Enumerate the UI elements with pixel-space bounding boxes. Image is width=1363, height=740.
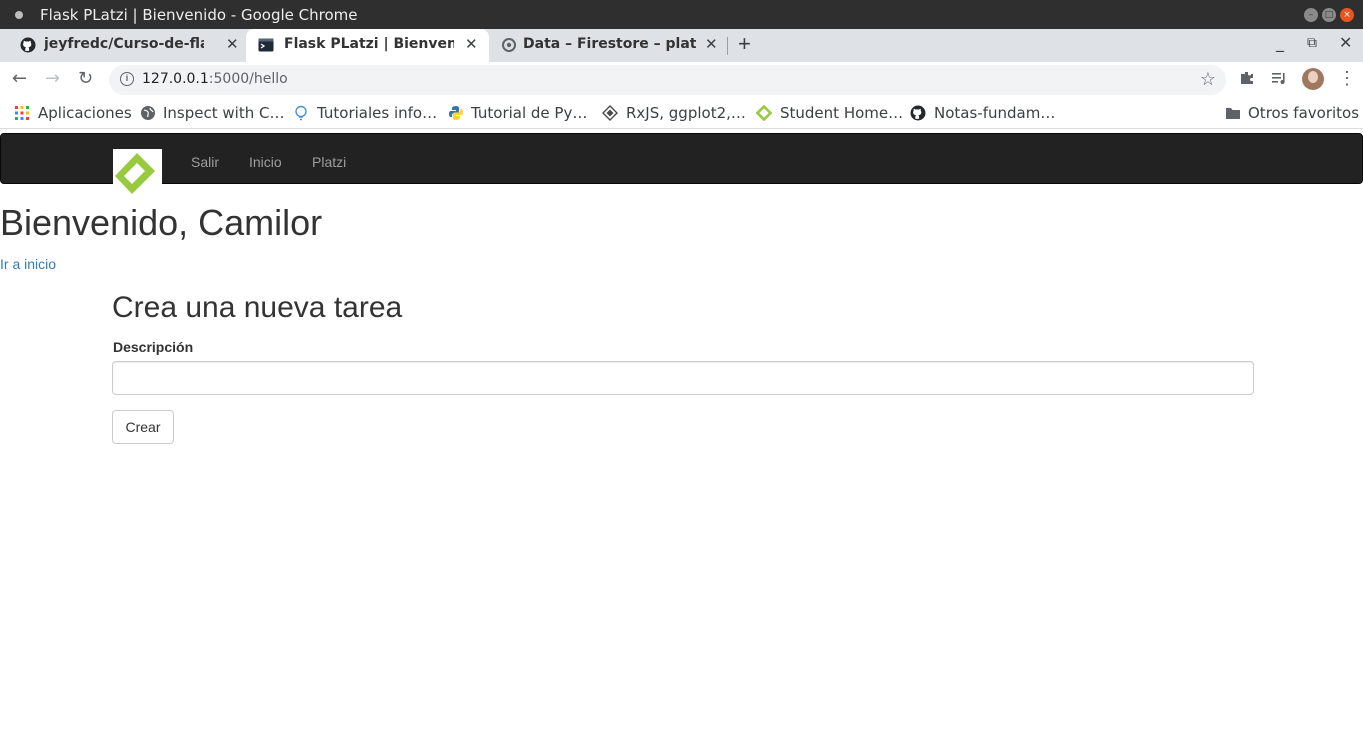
nav-link-platzi[interactable]: Platzi <box>312 154 346 170</box>
python-icon <box>449 106 463 120</box>
site-navbar: Salir Inicio Platzi <box>0 133 1363 197</box>
page-content: Salir Inicio Platzi Bienvenido, Camilor … <box>0 131 1363 740</box>
media-queue-icon[interactable] <box>1271 70 1287 91</box>
window-title: Flask PLatzi | Bienvenido - Google Chrom… <box>40 6 358 24</box>
close-tab-icon[interactable]: ✕ <box>705 35 718 53</box>
close-tab-icon[interactable]: ✕ <box>465 35 478 53</box>
home-link[interactable]: Ir a inicio <box>0 256 56 272</box>
form-title: Crea una nueva tarea <box>112 291 403 324</box>
site-info-icon[interactable]: i <box>120 72 134 86</box>
folder-icon <box>1226 108 1240 119</box>
page-title: Bienvenido, Camilor <box>0 202 323 243</box>
bookmark-student-home[interactable]: Student Home… <box>780 104 903 122</box>
bookmark-tutoriales[interactable]: Tutoriales info… <box>317 104 437 122</box>
create-button[interactable]: Crear <box>112 410 174 444</box>
minimize-window-icon[interactable]: – <box>1304 8 1318 22</box>
tab-label: Data – Firestore – platzi-fl <box>523 36 696 52</box>
os-titlebar: Flask PLatzi | Bienvenido - Google Chrom… <box>0 0 1363 29</box>
description-label: Descripción <box>113 339 194 355</box>
maximize-window-icon[interactable]: □ <box>1322 8 1336 22</box>
bookmark-inspect[interactable]: Inspect with C… <box>163 104 284 122</box>
bulb-icon <box>295 105 307 121</box>
browser-toolbar: ← → ↻ i 127.0.0.1:5000/hello ☆ ⋮ <box>0 62 1363 98</box>
platzi-logo-icon <box>115 153 155 194</box>
url-text[interactable]: 127.0.0.1:5000/hello <box>142 71 288 87</box>
tab-strip: jeyfredc/Curso-de-flask ✕ Flask PLatzi |… <box>0 29 1363 62</box>
close-icon[interactable]: ✕ <box>1339 33 1352 52</box>
globe-icon <box>141 106 155 120</box>
github-icon <box>20 37 36 53</box>
bookmark-python[interactable]: Tutorial de Py… <box>471 104 587 122</box>
nav-link-salir[interactable]: Salir <box>191 154 219 170</box>
url-host: 127.0.0.1 <box>142 71 209 87</box>
tab-label: jeyfredc/Curso-de-flask <box>44 36 204 52</box>
chrome-menu-icon[interactable]: ⋮ <box>1338 68 1356 89</box>
platzi-logo[interactable] <box>113 149 162 197</box>
description-input[interactable] <box>112 361 1254 395</box>
apps-grid-icon <box>15 106 29 120</box>
minimize-icon[interactable]: _ <box>1276 33 1284 52</box>
nav-link-inicio[interactable]: Inicio <box>249 154 282 170</box>
close-window-icon[interactable]: × <box>1340 8 1354 22</box>
firebase-icon <box>502 38 516 52</box>
tab-firestore[interactable]: Data – Firestore – platzi-fl ✕ <box>489 29 727 62</box>
github-icon <box>910 105 926 121</box>
url-path: :5000/hello <box>208 71 288 87</box>
forward-arrow-icon[interactable]: → <box>45 68 60 89</box>
diamond-icon <box>602 105 618 121</box>
terminal-icon <box>258 38 274 52</box>
address-bar[interactable]: i 127.0.0.1:5000/hello ☆ <box>109 65 1226 95</box>
bookmark-rxjs[interactable]: RxJS, ggplot2,… <box>626 104 746 122</box>
bookmark-star-icon[interactable]: ☆ <box>1200 69 1216 90</box>
restore-icon[interactable]: ⧉ <box>1307 35 1317 51</box>
tab-github-repo[interactable]: jeyfredc/Curso-de-flask ✕ <box>8 29 246 62</box>
new-tab-icon[interactable]: + <box>738 31 751 57</box>
bookmark-otros-favoritos[interactable]: Otros favoritos <box>1248 104 1359 122</box>
bookmark-apps[interactable]: Aplicaciones <box>38 104 132 122</box>
close-tab-icon[interactable]: ✕ <box>226 35 239 53</box>
profile-avatar[interactable] <box>1302 68 1324 90</box>
app-indicator-icon <box>15 11 23 19</box>
extensions-puzzle-icon[interactable] <box>1239 70 1255 91</box>
reload-icon[interactable]: ↻ <box>78 68 93 89</box>
tab-label: Flask PLatzi | Bienvenido <box>284 36 454 52</box>
platzi-icon <box>756 105 772 121</box>
tab-flask-bienvenido[interactable]: Flask PLatzi | Bienvenido ✕ <box>246 29 489 62</box>
tab-separator <box>727 37 728 55</box>
bookmark-notas[interactable]: Notas-fundam… <box>934 104 1055 122</box>
bookmarks-bar: Aplicaciones Inspect with C… Tutoriales … <box>0 98 1363 129</box>
back-arrow-icon[interactable]: ← <box>12 68 27 89</box>
